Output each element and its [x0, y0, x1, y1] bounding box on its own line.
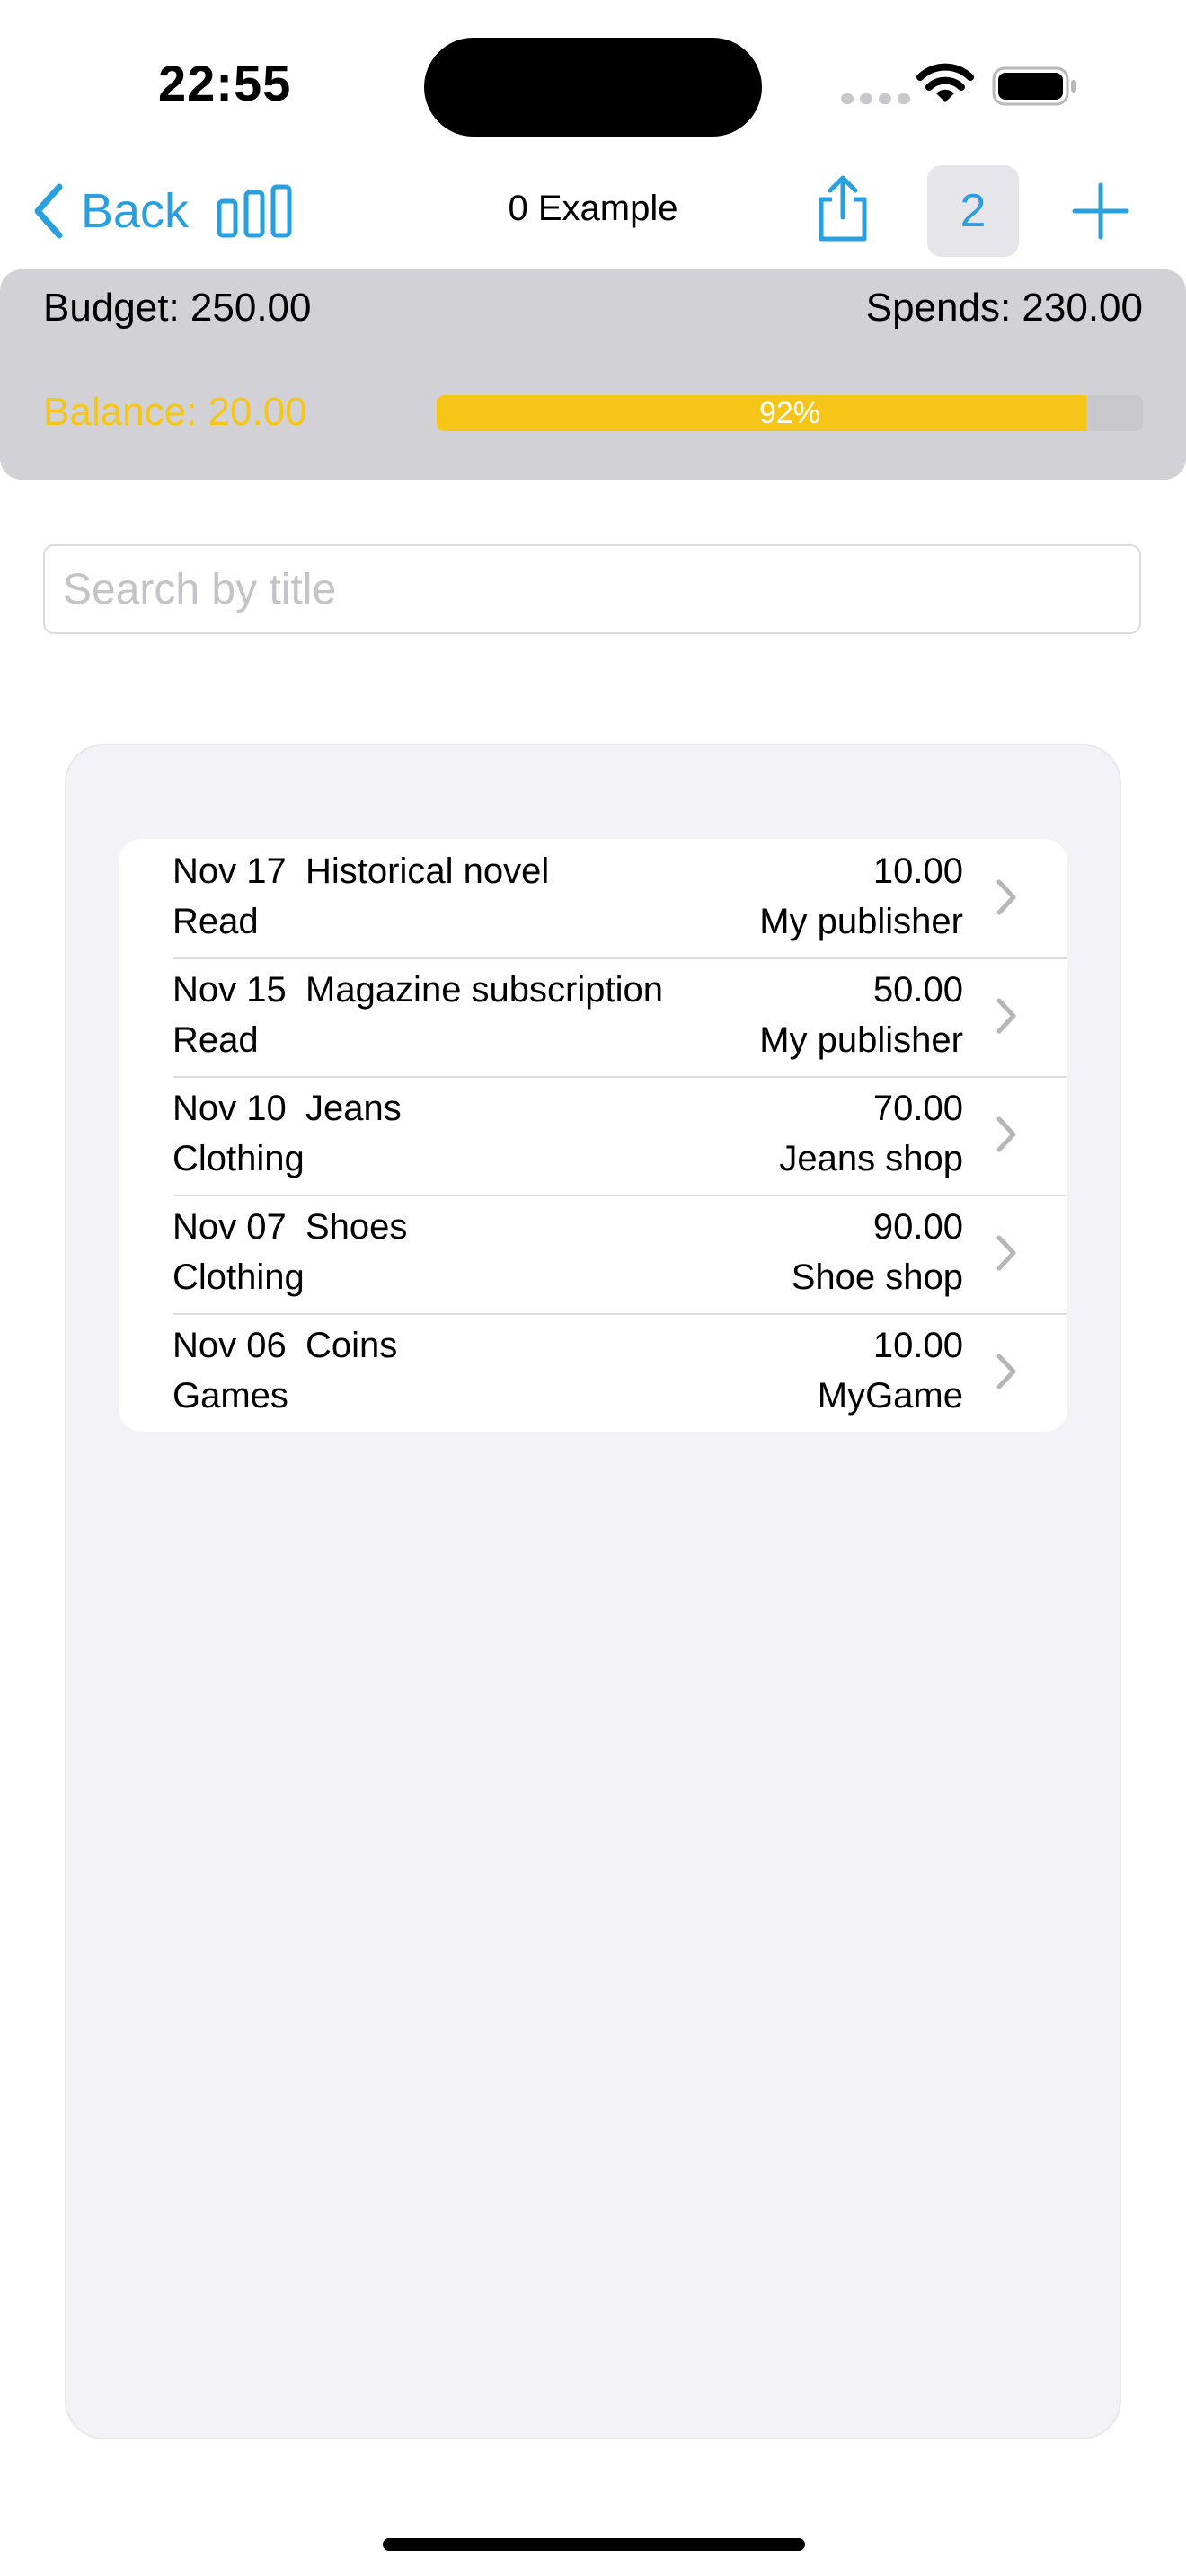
list-item[interactable]: Nov 06 Coins Games 10.00 MyGame [119, 1313, 1067, 1432]
expense-amount: 50.00 [872, 970, 963, 1010]
chevron-left-icon [34, 183, 63, 239]
list-item[interactable]: Nov 17 Historical novel Read 10.00 My pu… [119, 839, 1067, 957]
expense-category: Clothing [173, 1257, 305, 1297]
expense-category: Clothing [173, 1139, 305, 1178]
expense-date: Nov 06 [173, 1326, 287, 1365]
budget-value: Budget: 250.00 [43, 286, 312, 330]
expense-category: Read [173, 902, 259, 941]
chevron-right-icon [996, 998, 1016, 1034]
dynamic-island [424, 38, 762, 137]
expense-shop: Shoe shop [791, 1257, 963, 1297]
back-button[interactable]: Back [32, 180, 189, 243]
list-item[interactable]: Nov 07 Shoes Clothing 90.00 Shoe shop [119, 1195, 1067, 1313]
expense-date: Nov 07 [173, 1207, 287, 1247]
search-input[interactable] [43, 544, 1141, 634]
cellular-signal-icon [841, 93, 910, 104]
expense-date: Nov 10 [173, 1089, 287, 1128]
spend-progress-label: 92% [758, 396, 821, 430]
share-icon[interactable] [814, 172, 872, 244]
balance-value: Balance: 20.00 [43, 390, 307, 434]
expense-title: Jeans [305, 1089, 402, 1128]
expense-shop: Jeans shop [779, 1139, 963, 1178]
wifi-icon [916, 63, 974, 102]
battery-icon [992, 66, 1076, 106]
home-indicator[interactable] [383, 2538, 805, 2551]
spends-value: Spends: 230.00 [865, 286, 1143, 330]
expense-shop: My publisher [759, 902, 963, 941]
expense-category: Games [173, 1376, 288, 1416]
count-badge-button[interactable]: 2 [927, 165, 1019, 257]
bar-chart-icon[interactable] [216, 183, 293, 239]
chevron-right-icon [996, 1116, 1016, 1152]
expense-shop: MyGame [817, 1376, 963, 1416]
add-icon[interactable] [1071, 181, 1130, 241]
chevron-right-icon [996, 879, 1016, 915]
expense-title: Shoes [305, 1207, 408, 1247]
page-title: 0 Example [508, 189, 678, 228]
expense-shop: My publisher [759, 1020, 963, 1060]
status-time: 22:55 [158, 55, 292, 111]
list-item[interactable]: Nov 15 Magazine subscription Read 50.00 … [119, 957, 1067, 1076]
expense-amount: 70.00 [872, 1089, 963, 1128]
expense-category: Read [173, 1020, 259, 1060]
chevron-right-icon [996, 1235, 1016, 1271]
expense-amount: 10.00 [872, 851, 963, 891]
list-item[interactable]: Nov 10 Jeans Clothing 70.00 Jeans shop [119, 1076, 1067, 1195]
expense-title: Coins [305, 1326, 398, 1365]
back-label: Back [81, 184, 190, 238]
expense-amount: 90.00 [872, 1207, 963, 1247]
expense-title: Magazine subscription [305, 970, 663, 1010]
expense-title: Historical novel [305, 851, 550, 891]
chevron-right-icon [996, 1354, 1016, 1389]
expense-amount: 10.00 [872, 1326, 963, 1365]
expense-date: Nov 17 [173, 851, 287, 891]
expense-date: Nov 15 [173, 970, 287, 1010]
expense-list: Nov 17 Historical novel Read 10.00 My pu… [119, 839, 1067, 1432]
